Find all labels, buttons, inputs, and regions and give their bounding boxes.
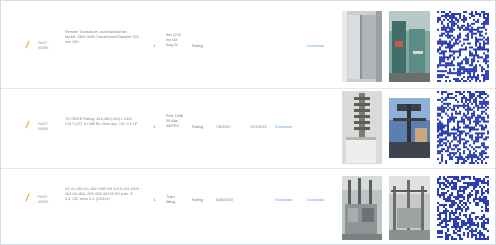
asset-code: FACF 00094 xyxy=(38,122,49,131)
asset-code: FACF 00095 xyxy=(38,41,49,50)
substation-equipment-photo[interactable] xyxy=(389,11,430,82)
asset-status: Rating xyxy=(192,125,203,129)
table-row: FACF 00095 Remote Transducer, autotransf… xyxy=(1,4,495,89)
table-row: FACF 00094 TU SEIKE Rating: 444,463 (163… xyxy=(1,88,495,169)
asset-status: Rating xyxy=(192,198,203,202)
equipment-table: FACF 00095 Remote Transducer, autotransf… xyxy=(0,0,496,245)
asset-quantity: 1 xyxy=(153,125,156,129)
pencil-icon[interactable] xyxy=(25,120,30,129)
asset-unit: Pole 1288 30 Alta 00/PES xyxy=(166,114,184,128)
qr-code xyxy=(437,91,489,164)
metal-panel-photo[interactable] xyxy=(342,11,382,82)
date-installed: 7/6/2017 xyxy=(216,125,231,129)
download-link[interactable]: Download xyxy=(307,44,337,49)
asset-status: Rating xyxy=(192,44,203,48)
asset-unit: Tram fitting xyxy=(166,195,176,204)
view-link[interactable]: Showcase xyxy=(275,125,305,130)
substation-structure-photo[interactable] xyxy=(389,176,430,240)
pencil-icon[interactable] xyxy=(25,193,30,202)
view-link[interactable]: Showcase xyxy=(275,198,305,203)
asset-description: TU SEIKE Rating: 444,463 (163) L 2321 L2… xyxy=(65,117,138,126)
table-row: FACF 00093 AC 01-453 AC-484 1000 AH 4015… xyxy=(1,168,495,242)
asset-description: Remote Transducer, autotransformer, Mode… xyxy=(65,30,139,44)
asset-description: AC 01-453 AC-484 1000 AH 4015 L03-1609 4… xyxy=(65,187,139,201)
date-updated: 7/17/2022 xyxy=(250,125,267,129)
download-link[interactable]: Download xyxy=(307,198,337,203)
asset-quantity: 1 xyxy=(153,44,156,48)
qr-code xyxy=(437,176,489,240)
qr-code xyxy=(437,11,489,82)
date-installed: 6/25/2019 xyxy=(216,198,233,202)
pencil-icon[interactable] xyxy=(25,40,30,49)
switchgear-photo[interactable] xyxy=(342,176,382,240)
asset-quantity: 1 xyxy=(153,198,156,202)
porcelain-insulator-photo[interactable] xyxy=(342,91,382,164)
asset-unit: Set 1212 mo ola Aug 21 xyxy=(166,33,182,47)
asset-code: FACF 00093 xyxy=(38,195,49,204)
transmission-tower-photo[interactable] xyxy=(389,98,430,158)
